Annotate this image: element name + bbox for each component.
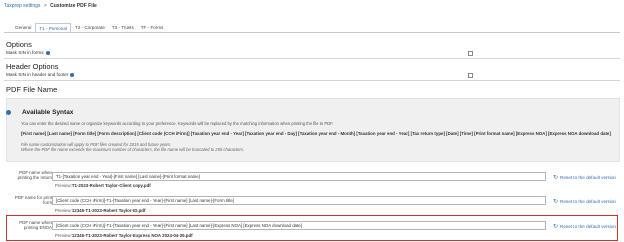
reset-label: Reset to the default version [560,175,616,180]
enoa-pdf-name-input[interactable]: [Client code (CCH iFirm)]-T1-[Taxation y… [52,221,546,230]
preview-label: Preview: [55,183,72,188]
mask-sin-forms-row: Mask SIN in forms [6,50,474,55]
mask-sin-header-checkbox[interactable] [468,73,473,78]
pdf-file-name-title: PDF File Name [6,85,58,94]
syntax-description: You can enter the desired name or organi… [21,121,334,126]
syntax-note-truncation: Where the PDF file name exceeds the maxi… [21,147,245,152]
return-pdf-preview: Preview:T1-2023-Robert Taylor-Client cop… [55,183,151,188]
print-form-pdf-preview: Preview:12345-T1-2023-Robert Taylor-ID.p… [55,208,145,213]
mask-sin-forms-label: Mask SIN in forms [6,50,44,55]
reset-label: Reset to the default version [560,224,616,229]
breadcrumb-separator: > [43,3,47,9]
mask-sin-header-label: Mask SIN in header and footer [6,72,69,77]
header-options-title: Header Options [6,62,59,71]
reset-label: Reset to the default version [560,199,616,204]
return-pdf-name-label: PDF name when printing the return [17,170,52,180]
available-syntax-panel [6,98,620,162]
available-syntax-title: Available Syntax [22,109,74,116]
header-options-divider [4,80,620,81]
tabs-divider [4,32,620,33]
reset-enoa-pdf-name-link[interactable]: ↻ Reset to the default version [553,223,616,230]
preview-label: Preview: [55,233,72,238]
available-syntax-heading: Available Syntax [6,109,74,116]
enoa-pdf-name-label: PDF name when printing ENOA [19,220,52,230]
mask-sin-header-row: Mask SIN in header and footer [6,72,474,77]
preview-value: T1-2023-Robert Taylor-Client copy.pdf [71,183,151,188]
mask-sin-forms-checkbox[interactable] [468,51,473,56]
preview-value: 12345-T1-2023-Robert Taylor-Express NOA … [71,233,193,238]
breadcrumb: Taxprep settings > Customize PDF File [4,3,97,9]
syntax-keywords: [First name] [Last name] [Form title] [F… [21,131,611,136]
breadcrumb-parent-link[interactable]: Taxprep settings [4,3,40,9]
reset-print-form-pdf-name-link[interactable]: ↻ Reset to the default version [553,198,616,205]
info-icon[interactable] [70,72,75,77]
info-icon[interactable] [45,50,50,55]
reset-icon: ↻ [553,199,559,205]
options-divider [4,58,620,59]
reset-icon: ↻ [553,224,559,230]
enoa-pdf-preview: Preview:12345-T1-2023-Robert Taylor-Expr… [55,233,193,238]
print-form-pdf-name-input[interactable]: [Client code (CCH iFirm)]-T1-[Taxation y… [52,196,546,205]
reset-icon: ↻ [553,175,559,181]
reset-return-pdf-name-link[interactable]: ↻ Reset to the default version [553,174,616,181]
preview-label: Preview: [55,208,72,213]
print-form-pdf-name-label: PDF name for print form [14,195,52,205]
options-title: Options [6,40,32,49]
breadcrumb-current: Customize PDF File [50,3,97,9]
preview-value: 12345-T1-2023-Robert Taylor-ID.pdf [71,208,146,213]
return-pdf-name-input[interactable]: T1-[Taxation year end - Year]-[First nam… [52,172,546,181]
info-circle-icon [6,110,11,115]
